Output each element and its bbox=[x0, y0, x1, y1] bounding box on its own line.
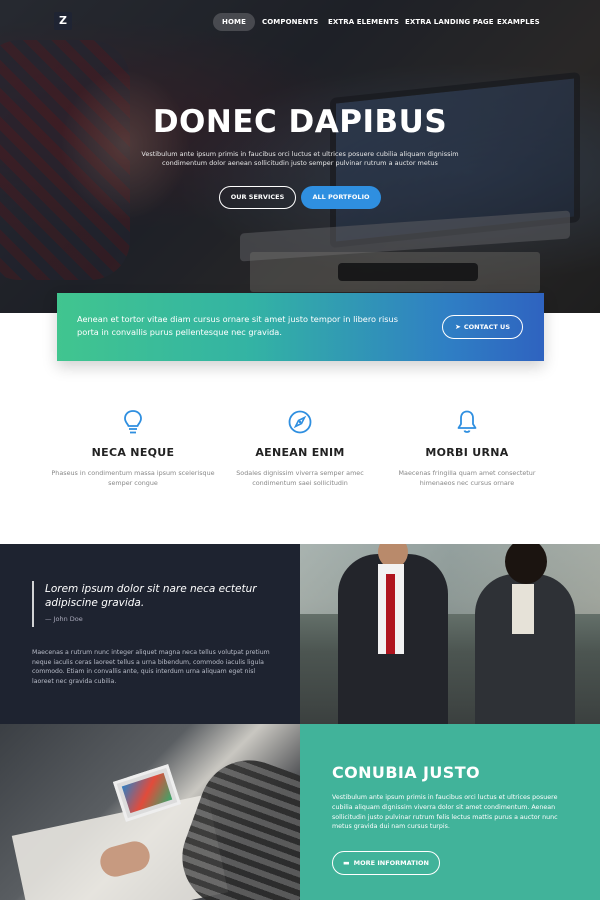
conubia-body: Vestibulum ante ipsum primis in faucibus… bbox=[332, 794, 558, 831]
hero-title: DONEC DAPIBUS bbox=[152, 104, 448, 140]
feature-title: NECA NEQUE bbox=[91, 446, 175, 459]
bell-icon bbox=[457, 410, 477, 433]
feature-desc: Maecenas fringilla quam amet consectetur… bbox=[398, 469, 536, 487]
feature-title: AENEAN ENIM bbox=[255, 446, 345, 459]
teamwork-photo bbox=[0, 724, 300, 900]
top-navbar: Z HOME COMPONENTS EXTRA ELEMENTS EXTRA L… bbox=[0, 0, 600, 44]
feature-title: MORBI URNA bbox=[425, 446, 509, 459]
more-information-button[interactable]: ▬ MORE INFORMATION bbox=[332, 851, 440, 875]
conubia-section: CONUBIA JUSTO Vestibulum ante ipsum prim… bbox=[300, 724, 600, 900]
quote-author: — John Doe bbox=[45, 615, 83, 623]
photo-woman-blouse bbox=[512, 584, 534, 634]
feature-card-neca: NECA NEQUE Phaseus in condimentum massa … bbox=[48, 408, 218, 488]
photo-man-tie bbox=[386, 574, 395, 654]
hero-subtitle: Vestibulum ante ipsum primis in faucibus… bbox=[141, 150, 459, 167]
nav-item-components[interactable]: COMPONENTS bbox=[262, 13, 318, 31]
contact-us-label: CONTACT US bbox=[463, 323, 510, 331]
feature-desc: Phaseus in condimentum massa ipsum scele… bbox=[51, 469, 215, 487]
testimonial-section: Lorem ipsum dolor sit nare neca ectetur … bbox=[0, 544, 300, 724]
conubia-title: CONUBIA JUSTO bbox=[332, 763, 481, 782]
our-services-button[interactable]: OUR SERVICES bbox=[219, 186, 296, 209]
more-information-label: MORE INFORMATION bbox=[353, 859, 429, 867]
all-portfolio-button[interactable]: ALL PORTFOLIO bbox=[301, 186, 381, 209]
contact-us-button[interactable]: ➤ CONTACT US bbox=[442, 315, 523, 339]
feature-card-aenean: AENEAN ENIM Sodales dignissim viverra se… bbox=[215, 408, 385, 488]
brand-logo[interactable]: Z bbox=[54, 12, 72, 30]
feature-card-morbi: MORBI URNA Maecenas fringilla quam amet … bbox=[382, 408, 552, 488]
folder-icon: ▬ bbox=[343, 859, 350, 867]
nav-item-examples[interactable]: EXAMPLES bbox=[497, 13, 540, 31]
quote-bar bbox=[32, 581, 34, 627]
cta-text: Aenean et tortor vitae diam cursus ornar… bbox=[77, 314, 399, 337]
quote-body: Maecenas a rutrum nunc integer aliquet m… bbox=[32, 649, 270, 685]
business-people-photo bbox=[300, 544, 600, 724]
nav-item-extra-elements[interactable]: EXTRA ELEMENTS bbox=[328, 13, 399, 31]
nav-item-extra-landing-page[interactable]: EXTRA LANDING PAGE bbox=[405, 13, 494, 31]
cta-banner: Aenean et tortor vitae diam cursus ornar… bbox=[57, 293, 544, 361]
quote-text: Lorem ipsum dolor sit nare neca ectetur … bbox=[45, 583, 257, 609]
feature-desc: Sodales dignissim viverra semper amec co… bbox=[236, 469, 364, 487]
nav-item-home[interactable]: HOME bbox=[213, 13, 255, 31]
compass-icon bbox=[288, 410, 312, 434]
paper-plane-icon: ➤ bbox=[455, 323, 461, 331]
lightbulb-icon bbox=[124, 410, 142, 434]
hero-section: Z HOME COMPONENTS EXTRA ELEMENTS EXTRA L… bbox=[0, 0, 600, 313]
